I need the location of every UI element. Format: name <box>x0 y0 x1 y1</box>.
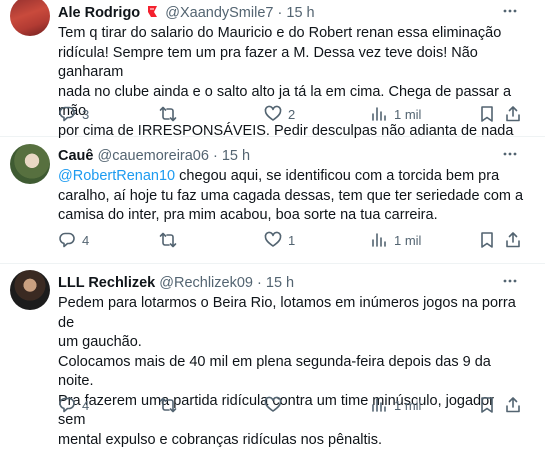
share-icon <box>504 105 522 123</box>
tweet-text-line: um gauchão. <box>58 333 525 353</box>
tweet-text-line: Pedem para lotarmos o Beira Rio, lotamos… <box>58 294 525 333</box>
separator-dot: · <box>213 148 218 164</box>
share-button[interactable] <box>504 229 522 251</box>
author-handle[interactable]: @Rechlizek09 <box>159 275 253 291</box>
views-button[interactable]: 1 mil <box>370 394 421 416</box>
bookmark-button[interactable] <box>478 229 496 251</box>
retweet-button[interactable] <box>159 103 183 125</box>
reply-count: 3 <box>82 107 89 122</box>
timestamp[interactable]: 15 h <box>286 5 314 21</box>
views-icon <box>370 105 388 123</box>
tweet-text-line: @RobertRenan10 chegou aqui, se identific… <box>58 167 525 187</box>
like-icon <box>264 231 282 249</box>
tweet[interactable]: Cauê @cauemoreira06 · 15 h @RobertRenan1… <box>0 137 545 264</box>
share-button[interactable] <box>504 103 522 125</box>
like-icon <box>264 396 282 414</box>
author-name[interactable]: Ale Rodrigo <box>58 5 140 21</box>
tweet-text: Pedem para lotarmos o Beira Rio, lotamos… <box>58 294 525 450</box>
tweet[interactable]: LLL Rechlizek @Rechlizek09 · 15 h Pedem … <box>0 264 545 424</box>
tweet-text-line: mental expulso e cobranças ridículas nos… <box>58 431 525 450</box>
timestamp[interactable]: 15 h <box>222 148 250 164</box>
tweet-text-line: caralho, aí hoje tu faz uma cagada dessa… <box>58 187 525 207</box>
tweet-text-fragment: chegou aqui, se identificou com a torcid… <box>175 168 499 184</box>
bookmark-icon <box>478 231 496 249</box>
share-icon <box>504 231 522 249</box>
more-icon[interactable] <box>501 2 519 20</box>
tweet-text-line: Colocamos mais de 40 mil em plena segund… <box>58 353 525 392</box>
reply-icon <box>58 105 76 123</box>
views-icon <box>370 231 388 249</box>
separator-dot: · <box>278 5 283 21</box>
more-icon[interactable] <box>501 145 519 163</box>
share-icon <box>504 396 522 414</box>
retweet-icon <box>159 231 177 249</box>
reply-count: 4 <box>82 233 89 248</box>
action-bar: 4 1 mil <box>0 394 545 416</box>
tweet-text: @RobertRenan10 chegou aqui, se identific… <box>58 167 525 226</box>
tweet-header: Cauê @cauemoreira06 · 15 h <box>58 147 505 165</box>
action-bar: 3 2 1 mil <box>0 103 545 125</box>
retweet-button[interactable] <box>159 229 183 251</box>
tweet-text-line: ridícula! Sempre tem um pra fazer a M. D… <box>58 44 525 83</box>
like-button[interactable]: 2 <box>264 103 295 125</box>
bookmark-button[interactable] <box>478 394 496 416</box>
views-button[interactable]: 1 mil <box>370 229 421 251</box>
retweet-button[interactable] <box>159 394 183 416</box>
mention-link[interactable]: @RobertRenan10 <box>58 168 175 184</box>
like-button[interactable] <box>264 394 288 416</box>
reply-icon <box>58 396 76 414</box>
reply-button[interactable]: 3 <box>58 103 89 125</box>
affiliate-badge-icon <box>146 5 158 18</box>
share-button[interactable] <box>504 394 522 416</box>
views-button[interactable]: 1 mil <box>370 103 421 125</box>
author-handle[interactable]: @XaandySmile7 <box>165 5 273 21</box>
avatar[interactable] <box>10 270 50 310</box>
avatar[interactable] <box>10 144 50 184</box>
bookmark-button[interactable] <box>478 103 496 125</box>
like-count: 1 <box>288 233 295 248</box>
action-bar: 4 1 1 mil <box>0 229 545 251</box>
separator-dot: · <box>257 275 262 291</box>
reply-button[interactable]: 4 <box>58 229 89 251</box>
reply-icon <box>58 231 76 249</box>
tweet-header: Ale Rodrigo @XaandySmile7 · 15 h <box>58 4 505 22</box>
views-count: 1 mil <box>394 233 421 248</box>
like-count: 2 <box>288 107 295 122</box>
timestamp[interactable]: 15 h <box>266 275 294 291</box>
views-icon <box>370 396 388 414</box>
tweet-text-line: Tem q tirar do salario do Mauricio e do … <box>58 24 525 44</box>
like-button[interactable]: 1 <box>264 229 295 251</box>
author-name[interactable]: LLL Rechlizek <box>58 275 155 291</box>
tweet-text-line: camisa do inter, pra mim acabou, boa sor… <box>58 206 525 226</box>
views-count: 1 mil <box>394 398 421 413</box>
bookmark-icon <box>478 396 496 414</box>
tweet-header: LLL Rechlizek @Rechlizek09 · 15 h <box>58 274 505 292</box>
author-handle[interactable]: @cauemoreira06 <box>98 148 209 164</box>
reply-button[interactable]: 4 <box>58 394 89 416</box>
tweet[interactable]: Ale Rodrigo @XaandySmile7 · 15 h Tem q t… <box>0 0 545 137</box>
more-icon[interactable] <box>501 272 519 290</box>
avatar[interactable] <box>10 0 50 36</box>
views-count: 1 mil <box>394 107 421 122</box>
author-name[interactable]: Cauê <box>58 148 93 164</box>
retweet-icon <box>159 396 177 414</box>
retweet-icon <box>159 105 177 123</box>
like-icon <box>264 105 282 123</box>
bookmark-icon <box>478 105 496 123</box>
reply-count: 4 <box>82 398 89 413</box>
